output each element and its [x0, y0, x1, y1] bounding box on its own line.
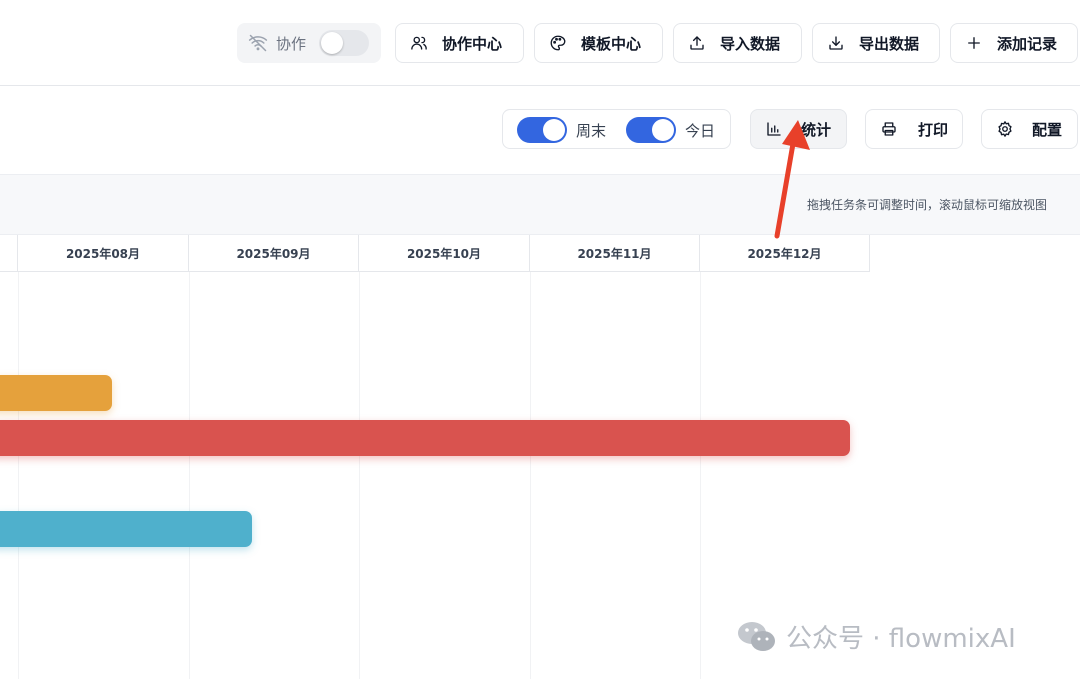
upload-icon	[688, 34, 706, 52]
wechat-icon	[738, 621, 775, 651]
grid-line	[18, 272, 19, 679]
month-cell: 2025年09月	[189, 235, 359, 272]
weekend-label: 周末	[576, 122, 607, 140]
watermark: 公众号 · flowmixAI	[736, 618, 1016, 655]
add-record-button[interactable]: 添加记录	[950, 23, 1078, 63]
grid-line	[700, 272, 701, 679]
config-label: 配置	[1032, 120, 1063, 139]
grid-line	[530, 272, 531, 679]
gantt-month-header: 2025年08月 2025年09月 2025年10月 2025年11月 2025…	[0, 235, 870, 272]
watermark-text: 公众号 · flowmixAI	[786, 624, 1016, 654]
month-cell: 2025年11月	[530, 235, 700, 272]
grid-line	[359, 272, 360, 679]
task-bar[interactable]	[0, 375, 112, 411]
config-button[interactable]: 配置	[981, 109, 1078, 149]
month-cell: 2025年10月	[359, 235, 530, 272]
gear-icon	[996, 120, 1014, 138]
export-data-button[interactable]: 导出数据	[812, 23, 940, 63]
wifi-off-icon	[248, 33, 268, 53]
print-label: 打印	[918, 120, 949, 139]
palette-icon	[549, 34, 567, 52]
task-bar[interactable]	[0, 420, 850, 456]
collab-center-button[interactable]: 协作中心	[395, 23, 524, 63]
add-record-label: 添加记录	[997, 34, 1058, 53]
today-label: 今日	[685, 122, 716, 140]
annotation-arrow-icon	[774, 120, 810, 239]
today-toggle[interactable]	[626, 117, 676, 143]
users-icon	[410, 34, 428, 52]
collab-toggle[interactable]	[319, 30, 369, 56]
print-button[interactable]: 打印	[865, 109, 963, 149]
task-bar[interactable]	[0, 511, 252, 547]
month-cell: 2025年08月	[18, 235, 189, 272]
import-data-button[interactable]: 导入数据	[673, 23, 802, 63]
import-data-label: 导入数据	[720, 34, 781, 53]
month-cell: 2025年12月	[700, 235, 870, 272]
template-center-button[interactable]: 模板中心	[534, 23, 663, 63]
printer-icon	[880, 120, 898, 138]
grid-line	[189, 272, 190, 679]
collab-label: 协作	[276, 34, 307, 53]
template-center-label: 模板中心	[581, 34, 642, 53]
collab-center-label: 协作中心	[442, 34, 503, 53]
collab-switch[interactable]: 协作	[237, 23, 381, 63]
download-icon	[827, 34, 845, 52]
plus-icon	[965, 34, 983, 52]
hint-bar: 拖拽任务条可调整时间，滚动鼠标可缩放视图	[0, 174, 1080, 235]
view-toggles: 周末 今日	[502, 109, 731, 149]
weekend-toggle[interactable]	[517, 117, 567, 143]
drag-hint: 拖拽任务条可调整时间，滚动鼠标可缩放视图	[807, 198, 1048, 212]
top-toolbar: 协作 协作中心 模板中心 导入数据 导出数据 添加记录	[0, 0, 1080, 86]
export-data-label: 导出数据	[859, 34, 920, 53]
